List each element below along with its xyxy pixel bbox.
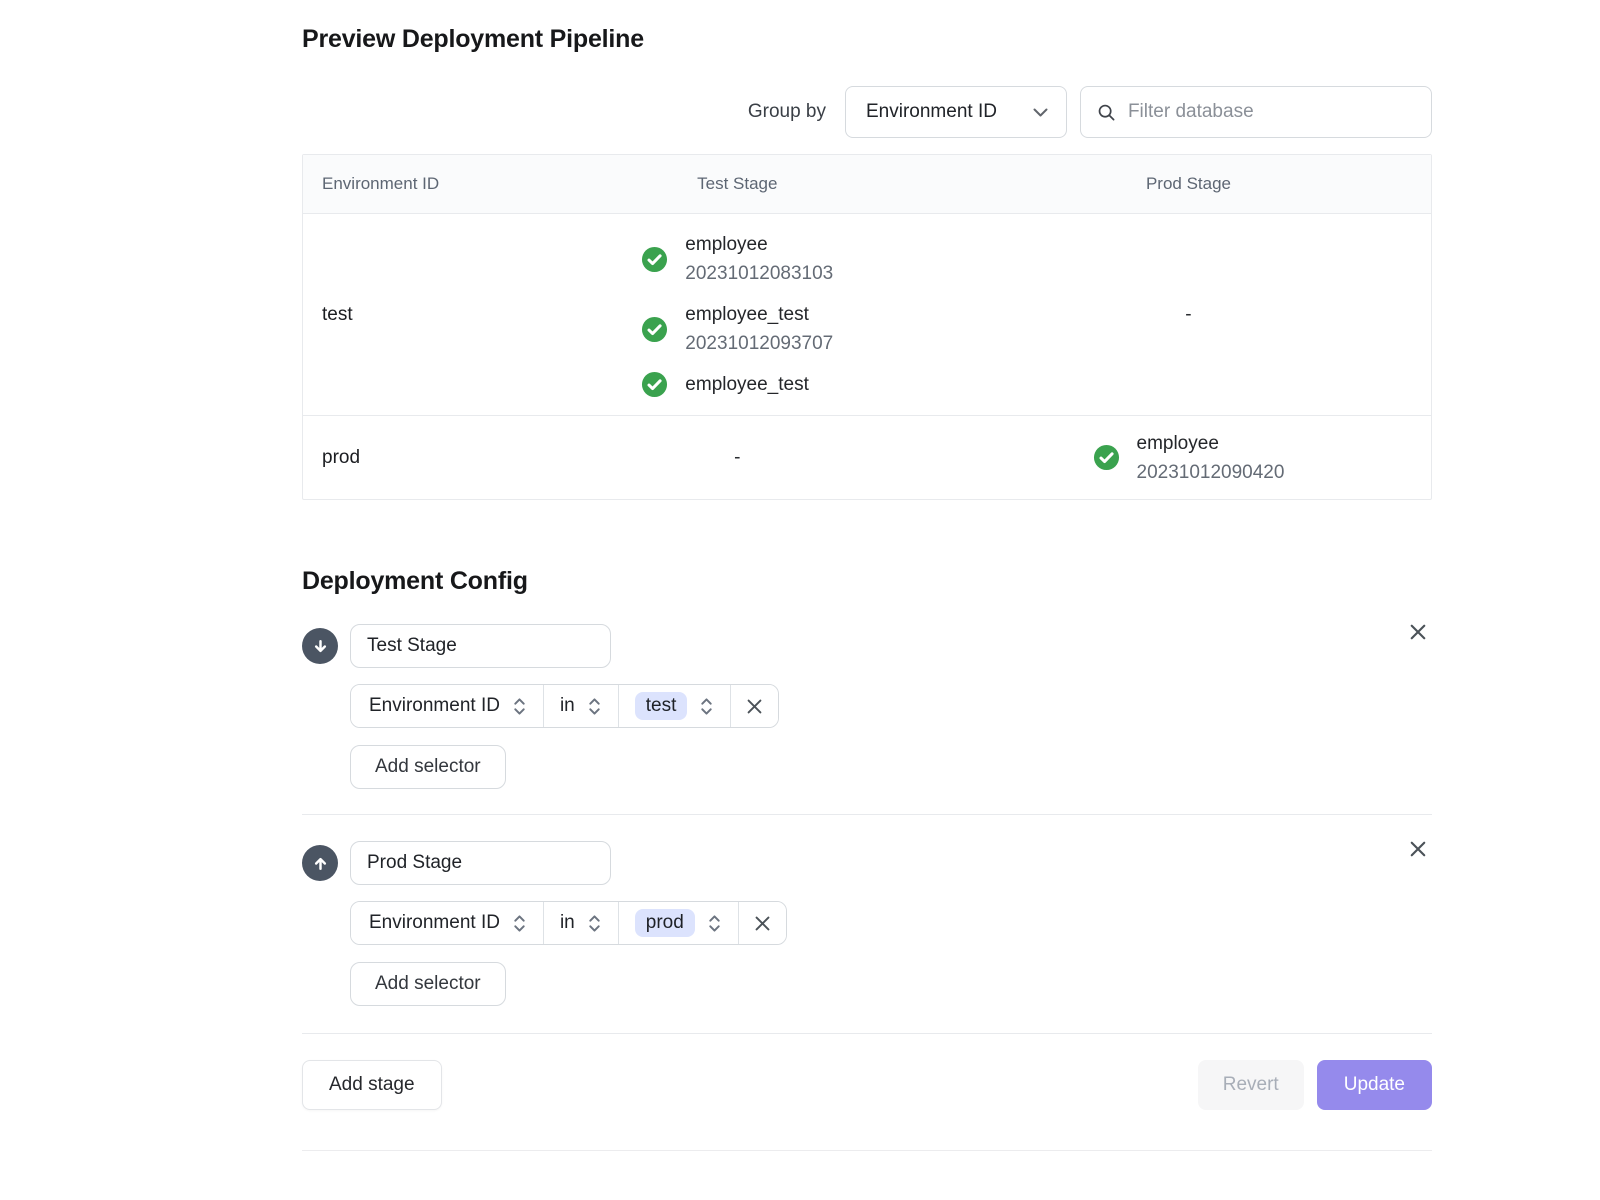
- test-stage-cell: employee 20231012083103 employee_test 20…: [529, 214, 946, 415]
- deployment-list: employee 20231012083103 employee_test 20…: [641, 214, 833, 415]
- selector-value-pill: prod: [635, 909, 695, 937]
- selector-value-select[interactable]: prod: [618, 902, 738, 944]
- stage-config-test: Environment ID in test: [302, 624, 1432, 789]
- stage-divider: [302, 814, 1432, 815]
- page-title: Preview Deployment Pipeline: [302, 22, 1432, 56]
- arrow-up-circle-icon: [302, 845, 338, 881]
- selector-key-select[interactable]: Environment ID: [351, 902, 543, 944]
- deployment-name: employee_test: [685, 300, 833, 329]
- footer-divider-top: [302, 1033, 1432, 1034]
- table-row-test: test employee 20231012083103: [303, 214, 1431, 416]
- chevron-up-down-icon: [707, 913, 722, 934]
- success-check-icon: [641, 246, 668, 273]
- success-check-icon: [641, 316, 668, 343]
- selector-key-value: Environment ID: [369, 912, 500, 934]
- toolbar: Group by Environment ID: [302, 86, 1432, 138]
- add-selector-button[interactable]: Add selector: [350, 745, 506, 789]
- chevron-up-down-icon: [699, 696, 714, 717]
- deployment-item: employee_test: [641, 370, 833, 399]
- chevron-up-down-icon: [512, 913, 527, 934]
- deployment-version: 20231012093707: [685, 329, 833, 358]
- update-button[interactable]: Update: [1317, 1060, 1432, 1110]
- deployment-version: 20231012090420: [1137, 458, 1285, 487]
- group-by-selected-value: Environment ID: [866, 101, 997, 123]
- deployment-name: employee_test: [685, 370, 809, 399]
- close-icon: [745, 697, 764, 716]
- deployment-item: employee 20231012083103: [641, 230, 833, 288]
- group-by-dropdown[interactable]: Environment ID: [845, 86, 1067, 138]
- selector-row: Environment ID in prod: [350, 901, 787, 945]
- stage-config-prod: Environment ID in prod: [302, 841, 1432, 1006]
- remove-stage-button[interactable]: [1404, 835, 1432, 863]
- success-check-icon: [641, 371, 668, 398]
- bottom-divider: [302, 1150, 1432, 1151]
- deployment-version: 20231012083103: [685, 259, 833, 288]
- main-content: Preview Deployment Pipeline Group by Env…: [302, 0, 1432, 1151]
- selector-row: Environment ID in test: [350, 684, 779, 728]
- remove-selector-button[interactable]: [730, 685, 778, 727]
- add-selector-button[interactable]: Add selector: [350, 962, 506, 1006]
- selector-value-pill: test: [635, 692, 688, 720]
- close-icon: [1408, 839, 1428, 859]
- test-stage-empty-cell: -: [529, 416, 946, 499]
- environment-id-cell: test: [303, 214, 529, 415]
- deployment-item: employee 20231012090420: [1093, 429, 1285, 487]
- deployment-name: employee: [1137, 429, 1285, 458]
- chevron-up-down-icon: [587, 696, 602, 717]
- chevron-up-down-icon: [587, 913, 602, 934]
- column-header-prod-stage: Prod Stage: [946, 155, 1431, 213]
- arrow-down-circle-icon: [302, 628, 338, 664]
- selector-key-select[interactable]: Environment ID: [351, 685, 543, 727]
- group-by-label: Group by: [748, 101, 826, 123]
- selector-operator-select[interactable]: in: [543, 902, 618, 944]
- selector-key-value: Environment ID: [369, 695, 500, 717]
- chevron-down-icon: [1033, 108, 1048, 117]
- prod-stage-empty-cell: -: [946, 214, 1431, 415]
- close-icon: [753, 914, 772, 933]
- selector-operator-select[interactable]: in: [543, 685, 618, 727]
- chevron-up-down-icon: [512, 696, 527, 717]
- table-row-prod: prod - employee 20231012090420: [303, 416, 1431, 499]
- prod-stage-cell: employee 20231012090420: [946, 416, 1431, 499]
- revert-button[interactable]: Revert: [1198, 1060, 1304, 1110]
- filter-database-input[interactable]: [1128, 101, 1415, 123]
- selector-operator-value: in: [560, 695, 575, 717]
- selector-operator-value: in: [560, 912, 575, 934]
- column-header-environment-id: Environment ID: [303, 155, 529, 213]
- search-icon: [1097, 102, 1116, 123]
- deployment-config-title: Deployment Config: [302, 566, 1432, 596]
- filter-search-box[interactable]: [1080, 86, 1432, 138]
- config-footer: Add stage Revert Update: [302, 1060, 1432, 1110]
- remove-selector-button[interactable]: [738, 902, 786, 944]
- add-stage-button[interactable]: Add stage: [302, 1060, 442, 1110]
- column-header-test-stage: Test Stage: [529, 155, 946, 213]
- selector-value-select[interactable]: test: [618, 685, 731, 727]
- success-check-icon: [1093, 444, 1120, 471]
- deployment-name: employee: [685, 230, 833, 259]
- table-header-row: Environment ID Test Stage Prod Stage: [303, 155, 1431, 214]
- close-icon: [1408, 622, 1428, 642]
- environment-id-cell: prod: [303, 416, 529, 499]
- stage-name-input[interactable]: [350, 624, 611, 668]
- deployment-item: employee_test 20231012093707: [641, 300, 833, 358]
- stage-name-input[interactable]: [350, 841, 611, 885]
- pipeline-table: Environment ID Test Stage Prod Stage tes…: [302, 154, 1432, 500]
- remove-stage-button[interactable]: [1404, 618, 1432, 646]
